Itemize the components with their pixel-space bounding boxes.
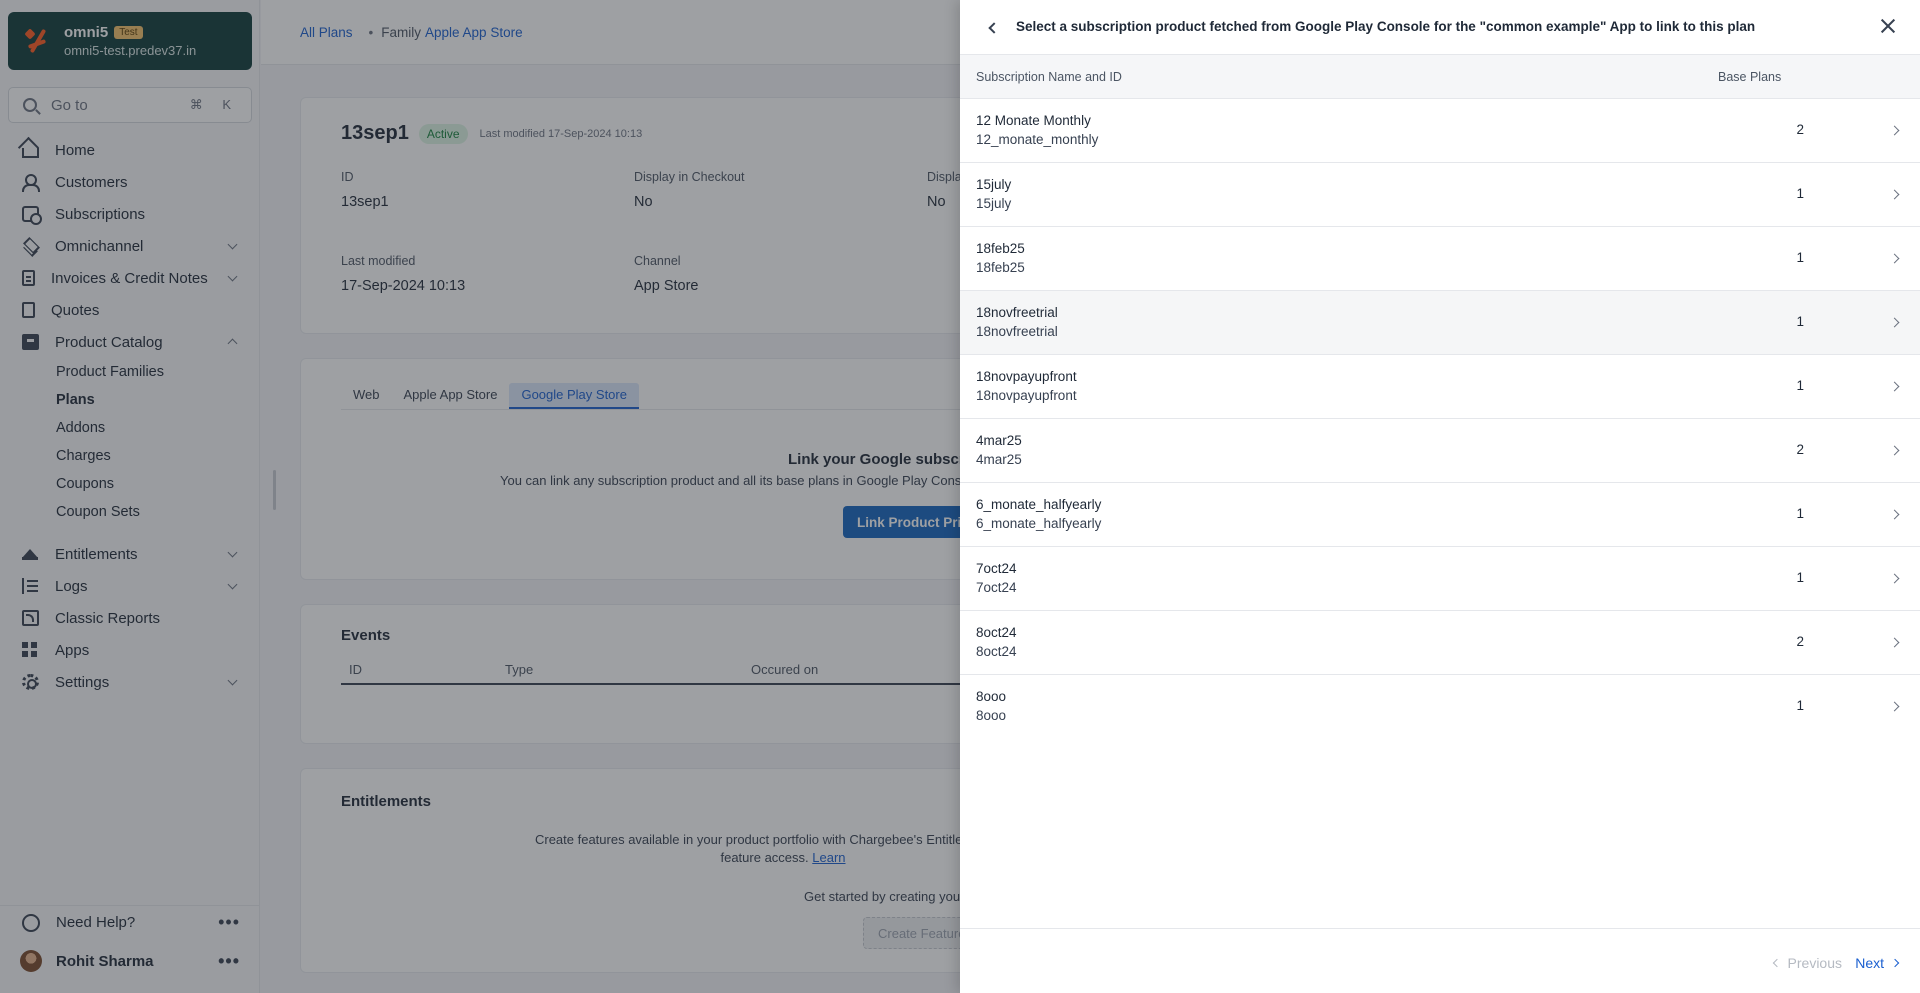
subscription-list: 12 Monate Monthly 12_monate_monthly 2 15ju… xyxy=(960,99,1920,739)
base-plans-count: 1 xyxy=(1796,506,1804,521)
subscription-id: 8ooo xyxy=(976,708,1007,723)
subscription-name: 8ooo xyxy=(976,689,1007,704)
drawer-header: Select a subscription product fetched fr… xyxy=(960,0,1920,54)
base-plans-count: 1 xyxy=(1796,314,1804,329)
col-base-plans: Base Plans xyxy=(1718,70,1782,84)
table-row[interactable]: 7oct24 7oct24 1 xyxy=(960,547,1920,611)
subscription-name: 6_monate_halfyearly xyxy=(976,497,1102,512)
table-row[interactable]: 18feb25 18feb25 1 xyxy=(960,227,1920,291)
subscription-name: 18feb25 xyxy=(976,241,1025,256)
next-button[interactable]: Next xyxy=(1855,955,1900,971)
chevron-right-icon xyxy=(1889,509,1900,520)
subscription-id: 18novfreetrial xyxy=(976,324,1058,339)
base-plans-count: 1 xyxy=(1796,186,1804,201)
previous-label: Previous xyxy=(1787,955,1842,971)
subscription-name: 18novpayupfront xyxy=(976,369,1077,384)
subscription-id: 18feb25 xyxy=(976,260,1025,275)
back-icon[interactable] xyxy=(988,22,1000,34)
base-plans-count: 2 xyxy=(1796,442,1804,457)
chevron-right-icon xyxy=(1889,317,1900,328)
close-icon[interactable] xyxy=(1880,18,1896,34)
chevron-right-icon xyxy=(1889,253,1900,264)
subscription-id: 12_monate_monthly xyxy=(976,132,1099,147)
table-row[interactable]: 8oct24 8oct24 2 xyxy=(960,611,1920,675)
table-row[interactable]: 18novfreetrial 18novfreetrial 1 xyxy=(960,291,1920,355)
chevron-right-icon xyxy=(1890,958,1900,968)
pagination: Previous Next xyxy=(960,928,1920,993)
base-plans-count: 1 xyxy=(1796,698,1804,713)
table-row[interactable]: 12 Monate Monthly 12_monate_monthly 2 xyxy=(960,99,1920,163)
chevron-right-icon xyxy=(1889,381,1900,392)
base-plans-count: 2 xyxy=(1796,634,1804,649)
subscription-name: 8oct24 xyxy=(976,625,1017,640)
subscription-name: 4mar25 xyxy=(976,433,1022,448)
subscription-id: 4mar25 xyxy=(976,452,1022,467)
previous-button[interactable]: Previous xyxy=(1772,955,1842,971)
subscription-id: 8oct24 xyxy=(976,644,1017,659)
subscription-name: 15july xyxy=(976,177,1012,192)
chevron-right-icon xyxy=(1889,189,1900,200)
base-plans-count: 1 xyxy=(1796,250,1804,265)
subscription-name: 18novfreetrial xyxy=(976,305,1058,320)
subscription-id: 7oct24 xyxy=(976,580,1017,595)
chevron-right-icon xyxy=(1889,125,1900,136)
chevron-left-icon xyxy=(1772,958,1781,968)
subscription-name: 7oct24 xyxy=(976,561,1017,576)
table-row[interactable]: 18novpayupfront 18novpayupfront 1 xyxy=(960,355,1920,419)
chevron-right-icon xyxy=(1889,445,1900,456)
select-subscription-drawer: Select a subscription product fetched fr… xyxy=(960,0,1920,993)
chevron-right-icon xyxy=(1889,701,1900,712)
subscription-id: 18novpayupfront xyxy=(976,388,1077,403)
subscription-id: 6_monate_halfyearly xyxy=(976,516,1102,531)
table-row[interactable]: 4mar25 4mar25 2 xyxy=(960,419,1920,483)
subscription-id: 15july xyxy=(976,196,1012,211)
drawer-title: Select a subscription product fetched fr… xyxy=(1016,19,1756,34)
chevron-right-icon xyxy=(1889,637,1900,648)
chevron-right-icon xyxy=(1889,573,1900,584)
modal-backdrop[interactable] xyxy=(0,0,960,993)
table-row[interactable]: 15july 15july 1 xyxy=(960,163,1920,227)
base-plans-count: 2 xyxy=(1796,122,1804,137)
next-label: Next xyxy=(1855,955,1884,971)
base-plans-count: 1 xyxy=(1796,378,1804,393)
table-row[interactable]: 8ooo 8ooo 1 xyxy=(960,675,1920,739)
col-subscription-name: Subscription Name and ID xyxy=(976,70,1122,84)
table-header: Subscription Name and ID Base Plans xyxy=(960,54,1920,99)
subscription-name: 12 Monate Monthly xyxy=(976,113,1091,128)
base-plans-count: 1 xyxy=(1796,570,1804,585)
table-row[interactable]: 6_monate_halfyearly 6_monate_halfyearly 1 xyxy=(960,483,1920,547)
